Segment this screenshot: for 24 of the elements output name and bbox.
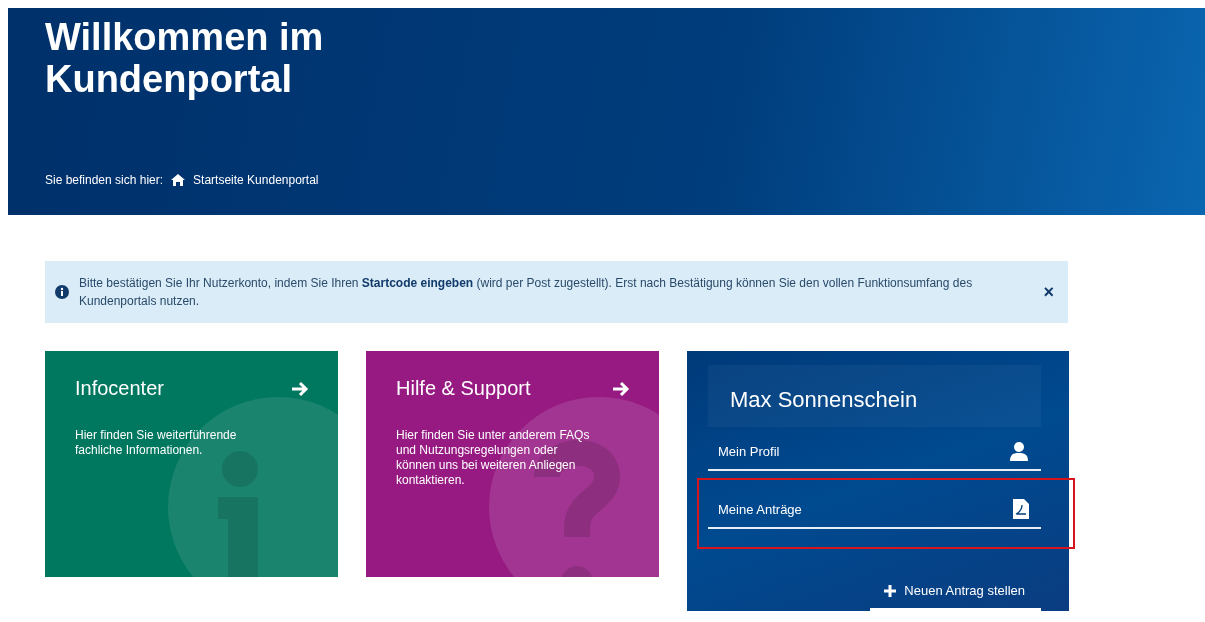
account-link-label: Mein Profil xyxy=(718,443,780,459)
plus-icon xyxy=(884,584,897,597)
user-name: Max Sonnenschein xyxy=(708,365,1041,427)
account-link[interactable]: Mein Profil xyxy=(708,433,1041,471)
close-button[interactable]: × xyxy=(1043,281,1054,303)
tile-description: Hier finden Sie weiterführende fachliche Informationen. xyxy=(75,428,238,458)
new-application-link[interactable]: Neuen Antrag stellen xyxy=(870,583,1041,611)
breadcrumb-link[interactable]: Startseite Kundenportal xyxy=(193,173,319,187)
tile-description: Hier finden Sie unter anderem FAQs und Nutzungsregelungen oder können uns bei weiteren Anliegen kontaktieren. xyxy=(396,428,591,488)
info-icon xyxy=(55,285,69,299)
tile-title[interactable]: Infocenter xyxy=(75,377,164,400)
account-link[interactable]: Meine Anträge xyxy=(708,491,1041,529)
arrow-right-icon xyxy=(611,379,631,398)
pdf-file-icon xyxy=(1013,499,1029,519)
tile-card[interactable]: Hilfe & Support Hier finden Sie unter anderem FAQs und Nutzungsregelungen oder können uns bei weiteren Anliegen kontaktieren. xyxy=(366,351,659,577)
alert-message: Bitte bestätigen Sie Ihr Nutzerkonto, indem Sie Ihren Startcode eingeben (wird per Post zugestellt). Erst nach Bestätigung können Sie den vollen Funktionsumfang des Kundenportals nutzen. xyxy=(79,275,974,310)
tile-card[interactable]: Infocenter Hier finden Sie weiterführende fachliche Informationen. xyxy=(45,351,338,577)
page-title: Willkommen im Kundenportal xyxy=(45,16,325,100)
breadcrumb-label: Sie befinden sich hier: xyxy=(45,173,164,187)
arrow-right-icon xyxy=(290,379,310,398)
account-link-label: Meine Anträge xyxy=(718,501,802,517)
user-icon xyxy=(1009,441,1029,461)
tile-title[interactable]: Hilfe & Support xyxy=(396,377,531,400)
home-icon xyxy=(171,174,186,186)
